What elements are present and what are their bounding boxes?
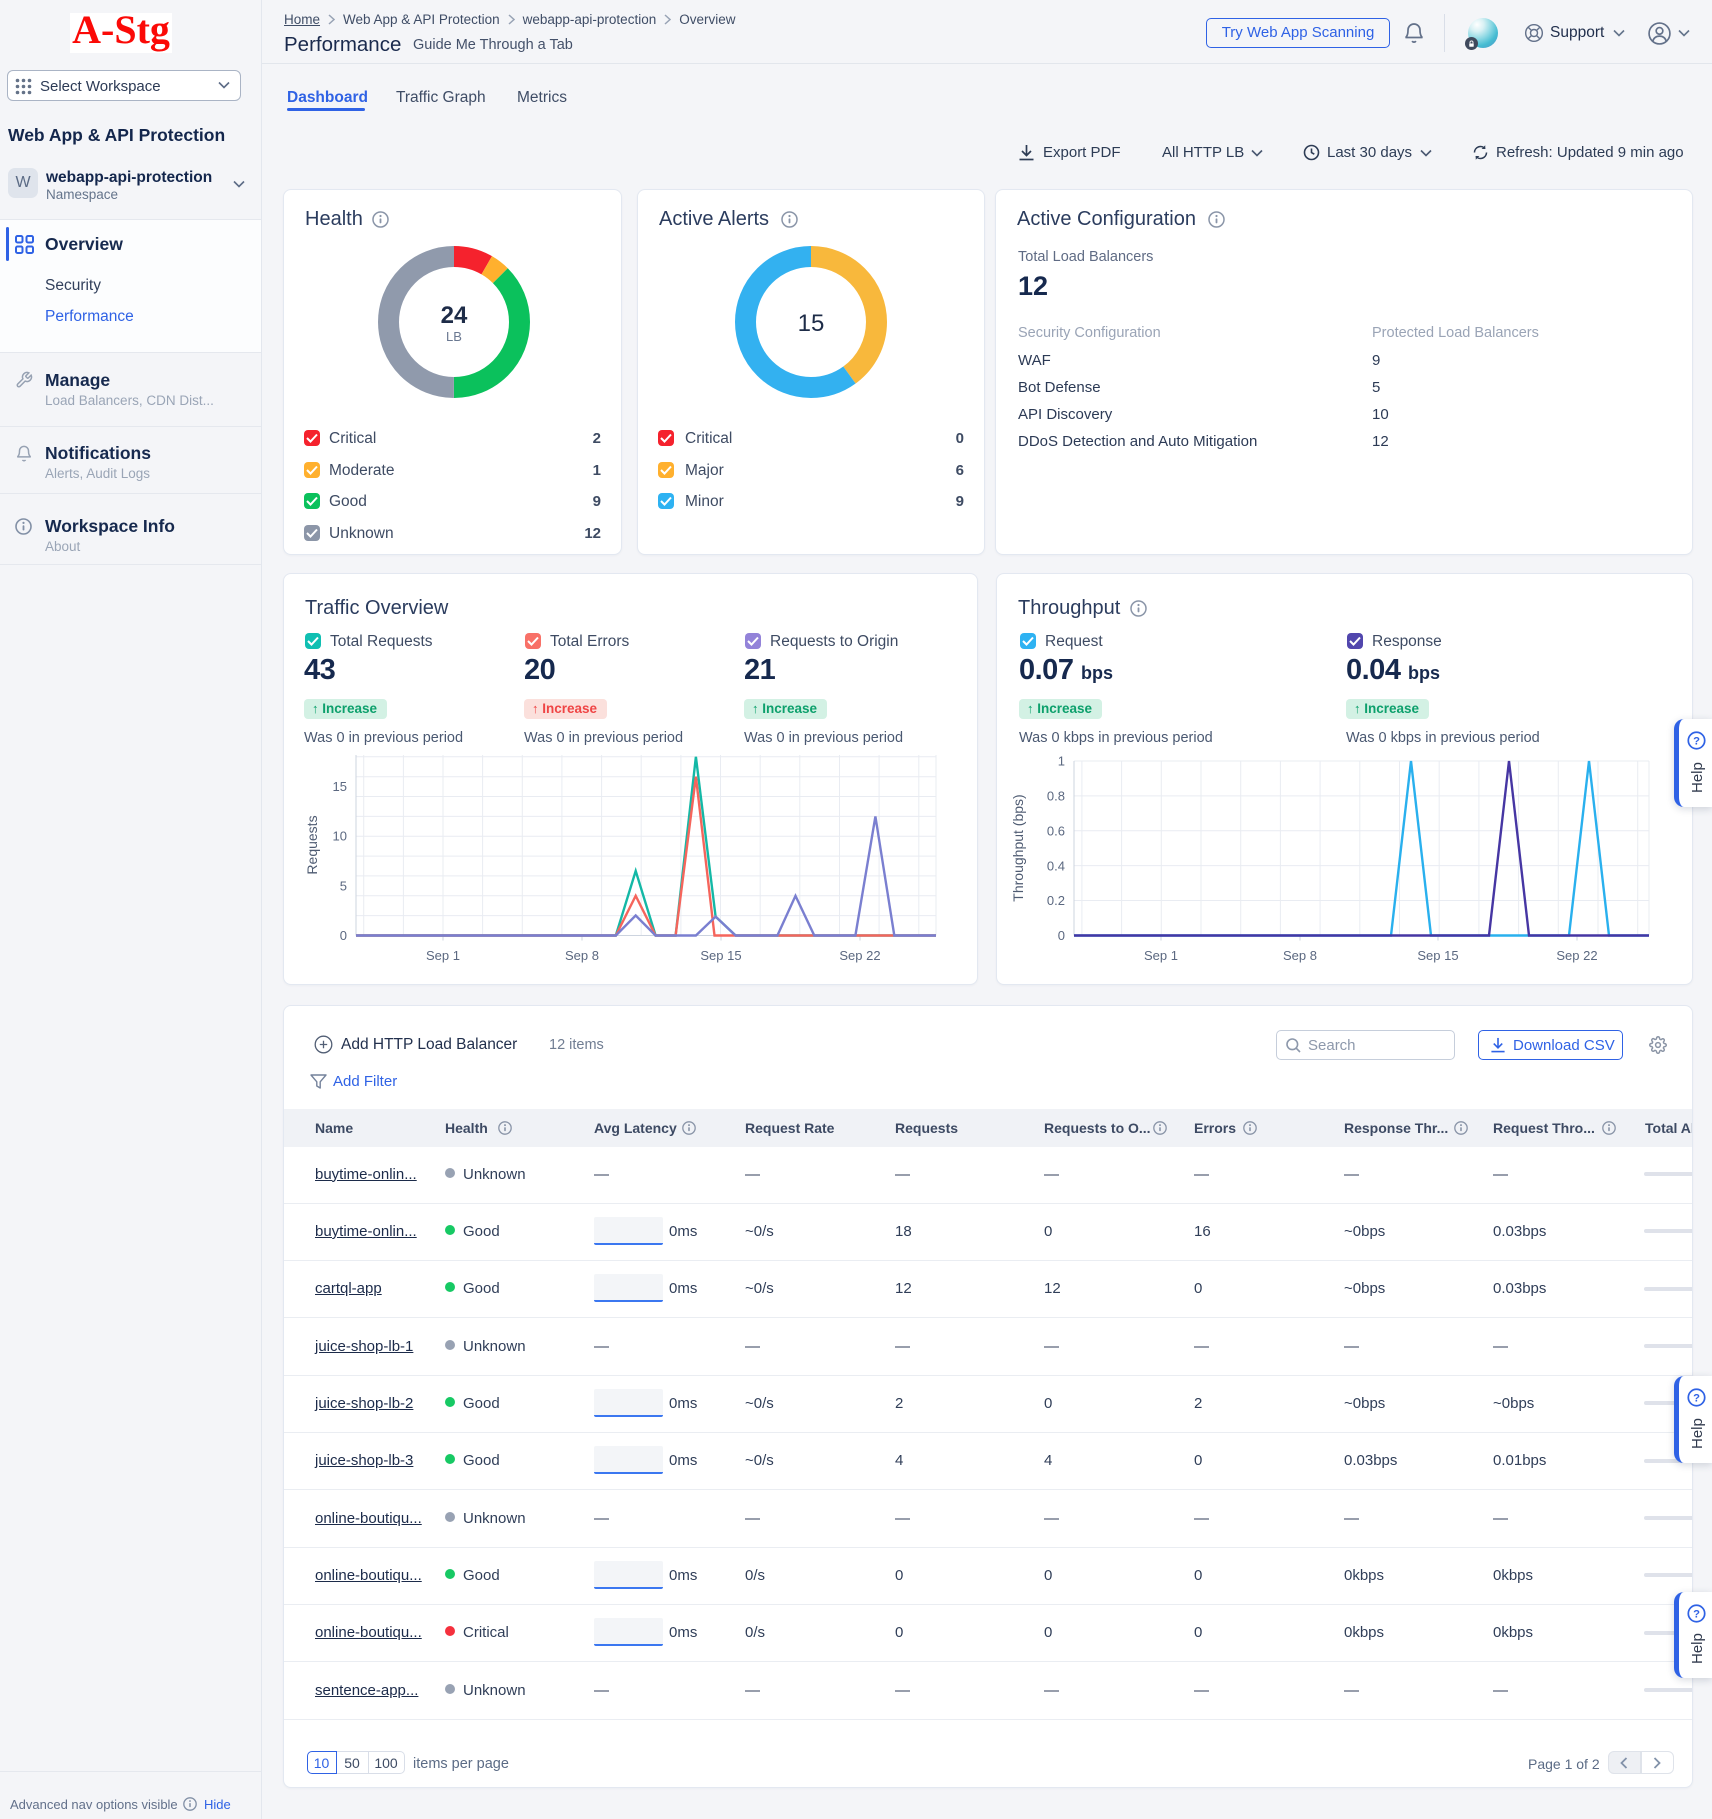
svg-text:5: 5 (340, 878, 347, 893)
svg-text:0.8: 0.8 (1047, 789, 1065, 804)
svg-text:0: 0 (1058, 928, 1065, 943)
svg-text:Sep 15: Sep 15 (1417, 948, 1458, 963)
svg-text:Requests: Requests (304, 815, 320, 874)
svg-text:Sep 1: Sep 1 (1144, 948, 1178, 963)
svg-text:10: 10 (333, 829, 347, 844)
svg-text:Sep 8: Sep 8 (1283, 948, 1317, 963)
svg-text:0: 0 (340, 928, 347, 943)
svg-text:?: ? (1693, 1392, 1700, 1404)
svg-text:Sep 8: Sep 8 (565, 948, 599, 963)
svg-text:Sep 22: Sep 22 (1556, 948, 1597, 963)
svg-text:Sep 1: Sep 1 (426, 948, 460, 963)
svg-text:Sep 15: Sep 15 (700, 948, 741, 963)
svg-text:?: ? (1693, 735, 1700, 747)
svg-text:?: ? (1693, 1608, 1700, 1620)
svg-text:0.6: 0.6 (1047, 823, 1065, 838)
svg-text:1: 1 (1058, 754, 1065, 769)
svg-text:15: 15 (333, 779, 347, 794)
svg-text:Throughput (bps): Throughput (bps) (1010, 794, 1026, 901)
svg-text:0.2: 0.2 (1047, 893, 1065, 908)
svg-text:0.4: 0.4 (1047, 858, 1065, 873)
svg-text:Sep 22: Sep 22 (839, 948, 880, 963)
